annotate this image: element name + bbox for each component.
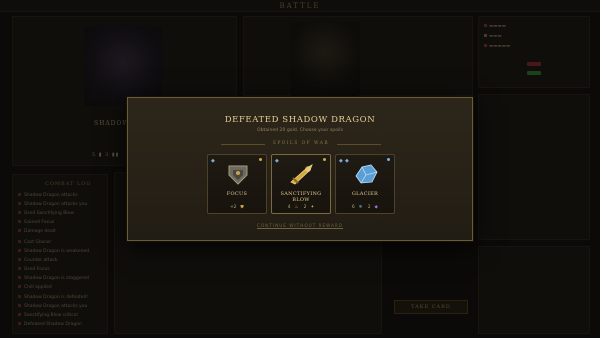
frost-icon: ❄ — [358, 205, 363, 210]
gem-icon: ◆ — [374, 205, 378, 210]
battle-header: BATTLE — [0, 0, 600, 12]
card-costs: +2 ⛊ — [208, 204, 266, 210]
modal-title: DEFEATED SHADOW DRAGON — [224, 115, 376, 125]
spoils-section-label: SPOILS OF WAR — [221, 140, 381, 148]
log-line: Gained Focus — [18, 220, 54, 225]
combat-log-title: COMBAT LOG — [45, 181, 92, 187]
log-line: Shadow Dragon is weakened — [18, 249, 89, 254]
reward-card-sanctifying-blow[interactable]: ◆ SANCTIFYING BLOW 4 ♨ 2 ✦ — [271, 154, 331, 214]
log-line: Shadow Dragon is staggered — [18, 276, 89, 281]
log-line: Sanctifying Blow critical — [18, 313, 78, 318]
reward-modal: DEFEATED SHADOW DRAGON Obtained 20 gold.… — [127, 97, 473, 241]
rarity-pip — [387, 158, 390, 161]
gem-icon: ◆ — [211, 158, 215, 164]
card-name: SANCTIFYING BLOW — [280, 191, 322, 203]
cost-value: 2 — [367, 204, 371, 209]
rarity-pip — [259, 158, 262, 161]
shield-icon: ⛊ — [240, 205, 244, 210]
continue-without-reward-link[interactable]: CONTINUE WITHOUT REWARD — [128, 223, 472, 228]
combat-log-panel — [12, 174, 108, 334]
log-line: Shadow Dragon is defeated! — [18, 295, 88, 300]
card-costs: 6 ❄ 2 ◆ — [336, 204, 394, 210]
energy-bar — [527, 71, 541, 75]
log-line: Cast Glacier — [18, 240, 51, 245]
log-line: Shadow Dragon attacks you — [18, 202, 87, 207]
take-card-button[interactable]: TAKE CARD — [394, 300, 468, 314]
enemy-portrait — [84, 26, 162, 106]
log-line: Used Sanctifying Blow — [18, 211, 74, 216]
star-icon: ✦ — [310, 205, 315, 210]
hero-portrait — [290, 22, 360, 97]
log-line: Used Focus — [18, 267, 50, 272]
stat-row: ▬▬▬▬ — [484, 24, 506, 29]
cost-value: +2 — [230, 204, 237, 209]
flame-icon: ♨ — [294, 205, 299, 210]
log-line: Defeated Shadow Dragon — [18, 322, 82, 327]
health-bar — [527, 62, 541, 66]
stat-row: ▬▬▬▬▬ — [484, 44, 510, 49]
ice-crystal-icon — [355, 164, 378, 184]
sword-icon — [290, 164, 313, 185]
modal-subtitle: Obtained 20 gold. Choose your spoils — [257, 128, 343, 133]
log-line: Shadow Dragon attacks you — [18, 304, 87, 309]
right-mid-panel — [478, 94, 590, 240]
cost-value: 2 — [303, 204, 307, 209]
right-bottom-panel — [478, 246, 590, 334]
reward-card-focus[interactable]: ◆ FOCUS +2 ⛊ — [207, 154, 267, 214]
rarity-pip — [323, 158, 326, 161]
log-line: Chill applied — [18, 285, 52, 290]
focus-shield-icon — [228, 165, 248, 185]
enemy-stats: 5 ▮ 3 ▮▮ — [92, 152, 120, 158]
enemy-name: SHADOW — [94, 120, 130, 127]
stat-row: ▬▬▬ — [484, 34, 502, 39]
log-line: Counter attack — [18, 258, 58, 263]
card-name: FOCUS — [226, 191, 248, 197]
gem-icon: ◆ — [339, 158, 343, 164]
reward-card-glacier[interactable]: ◆ ◆ GLACIER 6 ❄ 2 ◆ — [335, 154, 395, 214]
log-line: Shadow Dragon attacks — [18, 193, 78, 198]
log-line: Damage dealt — [18, 229, 56, 234]
card-costs: 4 ♨ 2 ✦ — [272, 204, 330, 210]
card-name: GLACIER — [351, 191, 379, 197]
cost-value: 4 — [287, 204, 291, 209]
gem-icon: ◆ — [275, 158, 279, 164]
gem-icon: ◆ — [345, 158, 349, 164]
cost-value: 6 — [352, 204, 355, 209]
